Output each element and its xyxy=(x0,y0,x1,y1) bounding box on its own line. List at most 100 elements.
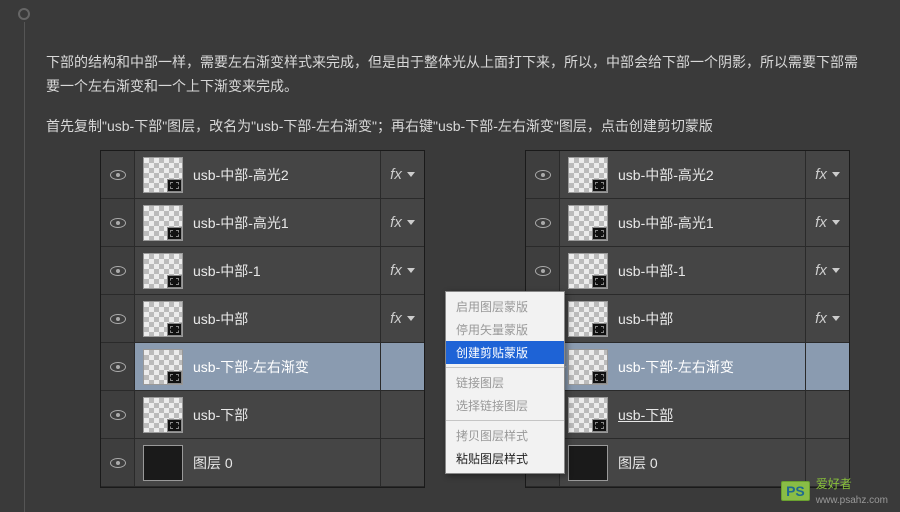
layer-name[interactable]: 图层 0 xyxy=(187,453,380,473)
eye-icon xyxy=(110,458,126,468)
menu-item: 拷贝图层样式 xyxy=(446,424,564,447)
vector-mask-icon xyxy=(167,179,182,192)
chevron-down-icon xyxy=(407,220,415,225)
vector-mask-icon xyxy=(167,371,182,384)
fx-indicator[interactable]: fx xyxy=(805,199,849,246)
fx-indicator[interactable]: fx xyxy=(805,247,849,294)
intro-paragraph-1: 下部的结构和中部一样，需要左右渐变样式来完成，但是由于整体光从上面打下来，所以，… xyxy=(46,50,866,98)
layer-name[interactable]: usb-下部-左右渐变 xyxy=(612,357,805,377)
layer-row[interactable]: usb-下部-左右渐变 xyxy=(101,343,424,391)
thumbnail-column xyxy=(135,247,187,294)
thumbnail-column xyxy=(135,391,187,438)
vector-mask-icon xyxy=(592,371,607,384)
vector-mask-icon xyxy=(592,179,607,192)
layer-thumbnail[interactable] xyxy=(568,205,608,241)
layer-name[interactable]: usb-中部-高光1 xyxy=(612,213,805,233)
visibility-toggle[interactable] xyxy=(101,391,135,438)
layer-name[interactable]: usb-中部-1 xyxy=(187,261,380,281)
layer-thumbnail[interactable] xyxy=(143,397,183,433)
eye-icon xyxy=(110,170,126,180)
fx-indicator[interactable]: fx xyxy=(380,247,424,294)
layer-thumbnail[interactable] xyxy=(568,445,608,481)
menu-item[interactable]: 创建剪贴蒙版 xyxy=(446,341,564,364)
fx-label: fx xyxy=(815,310,827,327)
visibility-toggle[interactable] xyxy=(101,439,135,486)
layer-name[interactable]: usb-中部-高光1 xyxy=(187,213,380,233)
layer-thumbnail[interactable] xyxy=(143,445,183,481)
fx-indicator[interactable]: fx xyxy=(380,199,424,246)
visibility-toggle[interactable] xyxy=(526,199,560,246)
layer-thumbnail[interactable] xyxy=(143,205,183,241)
vector-mask-icon xyxy=(167,275,182,288)
eye-icon xyxy=(110,314,126,324)
layer-row[interactable]: usb-中部-1fx xyxy=(101,247,424,295)
fx-indicator[interactable]: fx xyxy=(380,151,424,198)
layer-row[interactable]: usb-下部-左右渐变 xyxy=(526,343,849,391)
layers-panel-right: usb-中部-高光2fxusb-中部-高光1fxusb-中部-1fxusb-中部… xyxy=(525,150,850,488)
menu-item: 启用图层蒙版 xyxy=(446,295,564,318)
layer-thumbnail[interactable] xyxy=(143,157,183,193)
layer-row[interactable]: usb-中部 fx xyxy=(526,295,849,343)
thumbnail-column xyxy=(560,343,612,390)
thumbnail-column xyxy=(135,199,187,246)
layer-row[interactable]: usb-中部fx xyxy=(101,295,424,343)
layer-thumbnail[interactable] xyxy=(143,349,183,385)
layer-row[interactable]: 图层 0 xyxy=(101,439,424,487)
visibility-toggle[interactable] xyxy=(101,295,135,342)
visibility-toggle[interactable] xyxy=(526,247,560,294)
thumbnail-column xyxy=(560,151,612,198)
visibility-toggle[interactable] xyxy=(101,151,135,198)
layer-row[interactable]: usb-中部-高光2fx xyxy=(101,151,424,199)
layer-row[interactable]: usb-下部 xyxy=(526,391,849,439)
watermark-logo: PS xyxy=(781,481,810,501)
layer-row[interactable]: usb-中部-高光2fx xyxy=(526,151,849,199)
thumbnail-column xyxy=(560,247,612,294)
layer-name[interactable]: usb-下部-左右渐变 xyxy=(187,357,380,377)
watermark-text: 爱好者 www.psahz.com xyxy=(816,475,888,506)
layer-name[interactable]: usb-中部-高光2 xyxy=(612,165,805,185)
chevron-down-icon xyxy=(832,172,840,177)
fx-indicator[interactable]: fx xyxy=(805,295,849,342)
layers-panel-left: usb-中部-高光2fxusb-中部-高光1fxusb-中部-1fxusb-中部… xyxy=(100,150,425,488)
layer-name[interactable]: usb-下部 xyxy=(187,405,380,425)
chevron-down-icon xyxy=(407,172,415,177)
fx-indicator[interactable]: fx xyxy=(805,151,849,198)
visibility-toggle[interactable] xyxy=(526,151,560,198)
layer-name[interactable]: usb-中部 xyxy=(612,309,805,329)
layer-thumbnail[interactable] xyxy=(143,253,183,289)
layer-thumbnail[interactable] xyxy=(568,157,608,193)
layer-name[interactable]: usb-中部-1 xyxy=(612,261,805,281)
timeline-dot xyxy=(18,8,30,20)
fx-indicator[interactable] xyxy=(805,343,849,390)
visibility-toggle[interactable] xyxy=(101,247,135,294)
layer-thumbnail[interactable] xyxy=(568,397,608,433)
chevron-down-icon xyxy=(832,220,840,225)
layer-name[interactable]: usb-中部 xyxy=(187,309,380,329)
thumbnail-column xyxy=(560,391,612,438)
chevron-down-icon xyxy=(407,316,415,321)
fx-indicator[interactable] xyxy=(805,391,849,438)
layer-row[interactable]: usb-下部 xyxy=(101,391,424,439)
fx-indicator[interactable]: fx xyxy=(380,295,424,342)
layer-thumbnail[interactable] xyxy=(568,301,608,337)
layer-thumbnail[interactable] xyxy=(568,253,608,289)
layer-name[interactable]: 图层 0 xyxy=(612,453,805,473)
layer-name[interactable]: usb-中部-高光2 xyxy=(187,165,380,185)
fx-indicator[interactable] xyxy=(380,391,424,438)
menu-item[interactable]: 粘贴图层样式 xyxy=(446,447,564,470)
fx-indicator[interactable] xyxy=(380,343,424,390)
layer-thumbnail[interactable] xyxy=(568,349,608,385)
context-menu[interactable]: 启用图层蒙版停用矢量蒙版创建剪贴蒙版链接图层选择链接图层拷贝图层样式粘贴图层样式 xyxy=(445,291,565,474)
visibility-toggle[interactable] xyxy=(101,199,135,246)
eye-icon xyxy=(535,266,551,276)
layer-row[interactable]: usb-中部-高光1fx xyxy=(101,199,424,247)
eye-icon xyxy=(110,362,126,372)
watermark-url: www.psahz.com xyxy=(816,495,888,506)
layer-thumbnail[interactable] xyxy=(143,301,183,337)
layer-name[interactable]: usb-下部 xyxy=(612,405,805,425)
fx-indicator[interactable] xyxy=(380,439,424,486)
layer-row[interactable]: usb-中部-1fx xyxy=(526,247,849,295)
vector-mask-icon xyxy=(592,227,607,240)
layer-row[interactable]: usb-中部-高光1fx xyxy=(526,199,849,247)
visibility-toggle[interactable] xyxy=(101,343,135,390)
